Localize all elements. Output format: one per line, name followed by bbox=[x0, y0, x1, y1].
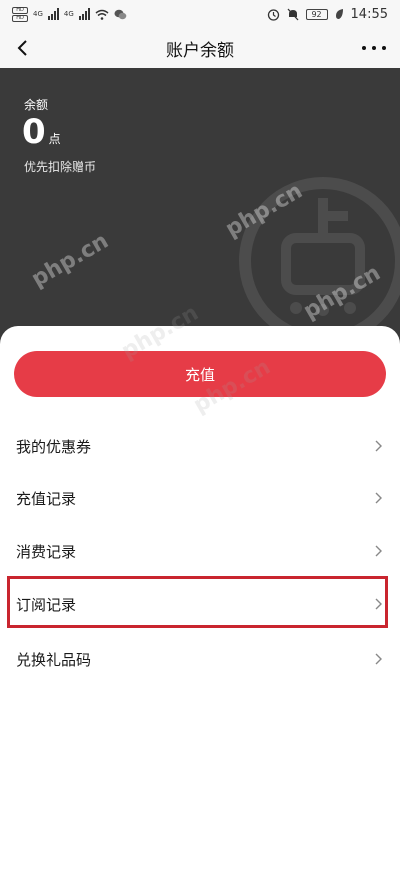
menu-item-label: 兑换礼品码 bbox=[16, 650, 92, 669]
balance-label: 余额 bbox=[24, 98, 49, 112]
page-title: 账户余额 bbox=[166, 40, 234, 61]
sim2-badge: HD bbox=[12, 14, 28, 22]
menu-item-redeem-gift-code[interactable]: 兑换礼品码 bbox=[0, 633, 400, 685]
status-bar: HD HD 4G 4G 92 14:55 bbox=[0, 0, 400, 28]
network2-label: 4G bbox=[63, 10, 74, 18]
sim1-badge: HD bbox=[12, 6, 28, 14]
balance-value-group: 0 点 bbox=[22, 112, 61, 152]
balance-panel: 余额 0 点 优先扣除赠币 php.cn php.cn php.cn bbox=[0, 68, 400, 348]
battery-indicator: 92 bbox=[305, 8, 328, 20]
menu-item-coupons[interactable]: 我的优惠券 bbox=[0, 420, 400, 472]
chevron-right-icon bbox=[375, 440, 382, 452]
status-time: 14:55 bbox=[350, 6, 388, 22]
more-options-icon[interactable] bbox=[362, 40, 386, 56]
menu-item-recharge-records[interactable]: 充值记录 bbox=[0, 472, 400, 524]
signal1-icon bbox=[47, 8, 59, 20]
highlight-box bbox=[7, 576, 388, 628]
alarm-icon bbox=[267, 8, 279, 21]
balance-unit: 点 bbox=[48, 132, 61, 146]
network1-label: 4G bbox=[33, 10, 43, 18]
chevron-right-icon bbox=[375, 653, 382, 665]
status-right: 92 14:55 bbox=[267, 7, 388, 22]
leaf-icon bbox=[335, 9, 343, 19]
chevron-right-icon bbox=[375, 545, 382, 557]
balance-note: 优先扣除赠币 bbox=[24, 160, 97, 174]
menu-item-label: 充值记录 bbox=[16, 489, 77, 508]
sim-icons: HD HD bbox=[12, 6, 28, 22]
back-icon[interactable] bbox=[10, 36, 34, 60]
status-left: HD HD 4G 4G bbox=[12, 6, 127, 22]
nav-bar: 账户余额 bbox=[0, 28, 400, 68]
balance-value: 0 bbox=[22, 112, 46, 152]
menu-item-label: 消费记录 bbox=[16, 542, 77, 561]
wifi-icon bbox=[95, 9, 109, 20]
wechat-icon bbox=[114, 9, 127, 19]
content-card: 充值 php.cn php.cn 我的优惠券 充值记录 消费记录 订阅记录 兑换… bbox=[0, 301, 400, 888]
mute-icon bbox=[287, 8, 299, 20]
menu-item-spending-records[interactable]: 消费记录 bbox=[0, 525, 400, 577]
watermark-text: php.cn bbox=[27, 228, 113, 293]
menu-item-label: 我的优惠券 bbox=[16, 437, 92, 456]
chevron-right-icon bbox=[375, 492, 382, 504]
signal2-icon bbox=[78, 8, 90, 20]
